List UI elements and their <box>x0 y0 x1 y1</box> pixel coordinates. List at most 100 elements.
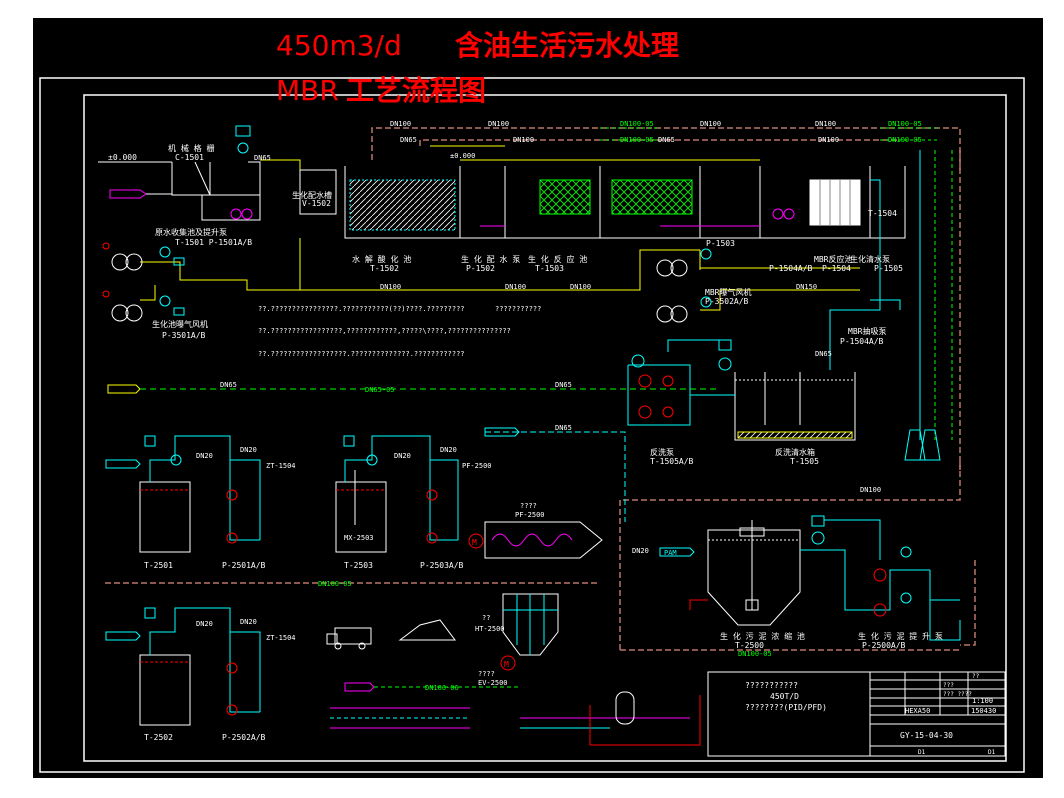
label-t1503-id: T-1503 <box>535 264 564 273</box>
label-m: M <box>472 538 477 547</box>
label-tb-exa: HEXA50 <box>905 707 930 715</box>
label-p1504ab: P-1504A/B <box>769 264 813 273</box>
title-line2-prefix: MBR <box>276 74 339 107</box>
label-dn100: DN100 <box>570 283 591 291</box>
label-dn20: DN20 <box>440 446 457 454</box>
label-p3501-id: P-3501A/B <box>162 331 206 340</box>
label-dn65: DN65 <box>400 136 417 144</box>
label-c1501: C-1501 <box>175 153 204 162</box>
title-line1-cn: 含油生活污水处理 <box>455 29 679 62</box>
label-lvl0: ±0.000 <box>450 152 475 160</box>
label-dn65: DN65 <box>815 350 832 358</box>
label-tb-r2a: ??? <box>943 682 954 689</box>
label-t2503: T-2503 <box>344 561 373 570</box>
label-dn100: DN100 <box>380 283 401 291</box>
label-p1505-cn: 生化清水泵 <box>850 254 890 264</box>
label-ev2500-q: ???? <box>478 670 495 678</box>
label-p1503: P-1503 <box>706 239 735 248</box>
label-tb-code: GY-15-04-30 <box>900 731 953 740</box>
label-pf2500: PF-2500 <box>515 511 545 519</box>
label-tb-r2b: ??? ???? <box>943 691 972 698</box>
label-dn65: DN65 <box>555 424 572 432</box>
label-dn100-05: DN100-05 <box>888 120 922 128</box>
label-pf2500-q: ???? <box>520 502 537 510</box>
label-p1504: P-1504 <box>822 264 851 273</box>
label-zt1504: ZT-1504 <box>266 634 296 642</box>
label-tb-d1a: D1 <box>918 749 926 756</box>
label-dn100: DN100 <box>488 120 509 128</box>
label-t1505ab-cn: 反洗泵 <box>650 447 674 457</box>
label-dn20: DN20 <box>240 446 257 454</box>
pfd-drawing: 450m3/d 含油生活污水处理 MBR 工艺流程图 ±0.000 机 械 格 … <box>33 18 1043 778</box>
label-p1502-id: P-1502 <box>466 264 495 273</box>
label-q3: ??.?????????????????,????????????,?????\… <box>258 327 511 335</box>
label-dn65-05: DN65-05 <box>365 386 395 394</box>
label-mx2503: MX-2503 <box>344 534 374 542</box>
label-t1505: 反洗清水箱 <box>775 447 815 457</box>
label-dn65: DN65 <box>658 136 675 144</box>
label-tb-pfd: ????????(PID/PFD) <box>745 703 827 712</box>
label-q2: ??????????? <box>495 305 541 313</box>
label-dn100-06: DN100-06 <box>425 684 459 692</box>
label-ev2500: EV-2500 <box>478 679 508 687</box>
label-q4: ??.??????????????????.??????????????.???… <box>258 350 465 358</box>
label-p1504a: MBR抽吸泵 <box>848 326 886 336</box>
label-dn100: DN100 <box>505 283 526 291</box>
label-tb-q1: ??????????? <box>745 681 798 690</box>
label-dn100-05: DN100-05 <box>888 136 922 144</box>
label-dn65: DN65 <box>555 381 572 389</box>
label-p2502: P-2502A/B <box>222 733 266 742</box>
label-mbr-pool: MBR反应池 <box>814 254 852 264</box>
label-ht2500-q: ?? <box>482 614 490 622</box>
label-dn20: DN20 <box>394 452 411 460</box>
label-t2500: T-2500 <box>735 641 764 650</box>
label-pf2500: PF-2500 <box>462 462 492 470</box>
label-dn100: DN100 <box>513 136 534 144</box>
label-p1502: 生 化 配 水 泵 <box>461 254 520 264</box>
drawing-background <box>33 18 1043 778</box>
label-t1503: 生 化 反 应 池 <box>528 254 587 264</box>
label-dn100: DN100 <box>700 120 721 128</box>
label-level-0: ±0.000 <box>108 153 137 162</box>
label-v1502: V-1502 <box>302 199 331 208</box>
label-t1501: 原水收集池及提升泵 <box>155 227 227 237</box>
label-dn150: DN150 <box>796 283 817 291</box>
label-p3501: 生化池曝气风机 <box>152 319 208 329</box>
label-p1505: P-1505 <box>874 264 903 273</box>
label-dn100: DN100 <box>815 120 836 128</box>
label-p1504a-id: P-1504A/B <box>840 337 884 346</box>
label-t2501: T-2501 <box>144 561 173 570</box>
label-p2500: P-2500A/B <box>862 641 906 650</box>
label-p2501: P-2501A/B <box>222 561 266 570</box>
label-dn100-05: DN100-05 <box>620 120 654 128</box>
label-p2500-cn: 生 化 污 泥 提 升 泵 <box>858 631 943 641</box>
label-t1501-id: T-1501 P-1501A/B <box>175 238 252 247</box>
label-tb-r1a: ?? <box>972 673 980 680</box>
label-pam: PAM <box>664 549 677 557</box>
label-tb-num: 150430 <box>971 707 996 715</box>
label-dn100: DN100 <box>818 136 839 144</box>
label-t1504: T-1504 <box>868 209 897 218</box>
label-dn20: DN20 <box>632 547 649 555</box>
label-dn65: DN65 <box>254 154 271 162</box>
label-t1502: 水 解 酸 化 池 <box>352 254 411 264</box>
title-line1-prefix: 450m3/d <box>276 29 402 62</box>
label-p3502: MBR曝气风机 <box>705 287 751 297</box>
label-dn65: DN65 <box>220 381 237 389</box>
label-p3502-id: P-3502A/B <box>705 297 749 306</box>
label-mech-grille: 机 械 格 栅 <box>168 143 214 153</box>
label-dn100-05: DN100-05 <box>620 136 654 144</box>
label-dn100-05: DN100-05 <box>318 580 352 588</box>
label-m: M <box>504 660 509 669</box>
label-dn20: DN20 <box>196 452 213 460</box>
label-dn100-05: DN100-05 <box>738 650 772 658</box>
label-tb-100: 1:100 <box>972 697 993 705</box>
label-dn20: DN20 <box>196 620 213 628</box>
label-dn20: DN20 <box>240 618 257 626</box>
title-line2-cn: 工艺流程图 <box>346 74 486 107</box>
label-t1502-id: T-1502 <box>370 264 399 273</box>
label-dn100: DN100 <box>390 120 411 128</box>
label-tb-d1b: D1 <box>988 749 996 756</box>
label-dn100: DN100 <box>860 486 881 494</box>
label-t1505-id: T-1505 <box>790 457 819 466</box>
